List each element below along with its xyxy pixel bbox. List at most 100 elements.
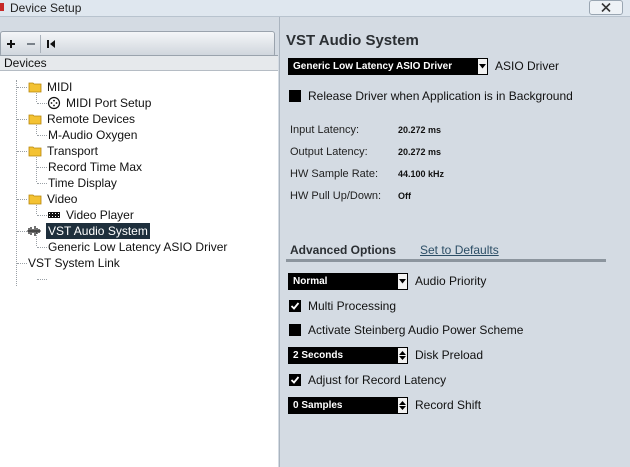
record-shift-value: 0 Samples [293,400,343,411]
pull-up-down-value: Off [398,191,411,201]
disk-preload-stepper[interactable]: 2 Seconds [288,347,408,364]
section-divider [286,259,606,262]
multi-processing-checkbox[interactable] [289,300,301,312]
reset-icon [47,40,55,48]
tree-item-remote-devices[interactable]: Remote Devices [28,111,135,127]
left-pane: Devices MIDI MIDI Port Setup Remote Devi… [0,17,278,467]
tree-item-transport[interactable]: Transport [28,143,98,159]
tree-item-time-display[interactable]: Time Display [48,175,117,191]
audio-priority-select[interactable]: Normal [288,273,408,290]
checkmark-icon [290,302,300,310]
tree-item-label: Remote Devices [47,112,136,126]
tree-line [37,183,47,184]
record-shift-stepper[interactable]: 0 Samples [288,397,408,414]
add-device-button[interactable] [3,36,19,52]
folder-icon [28,80,42,94]
power-scheme-label: Activate Steinberg Audio Power Scheme [308,323,524,337]
chevron-down-icon [397,273,408,290]
release-driver-label: Release Driver when Application is in Ba… [308,89,573,103]
folder-icon [28,112,42,126]
tree-line [17,263,27,264]
tree-item-label: Video Player [66,208,134,222]
tree-item-label: MIDI Port Setup [66,96,152,110]
tree-line [37,167,47,168]
tree-item-label: Generic Low Latency ASIO Driver [48,240,228,254]
chevron-down-icon [477,58,488,75]
tree-item-label: Time Display [48,176,117,190]
tree-item-video[interactable]: Video [28,191,77,207]
video-icon [47,208,61,222]
record-latency-label: Adjust for Record Latency [308,373,447,387]
sample-rate-label: HW Sample Rate: [290,168,379,180]
tree-item-m-audio-oxygen[interactable]: M-Audio Oxygen [48,127,137,143]
app-icon [0,3,4,11]
disk-preload-value: 2 Seconds [293,350,344,361]
tree-line [17,199,27,200]
remove-device-button[interactable] [23,36,39,52]
toolbar-divider [40,35,41,53]
tree-line [17,151,27,152]
tree-item-vst-system-link[interactable]: VST System Link [28,255,120,271]
tree-line [37,135,47,136]
record-shift-label: Record Shift [415,398,482,412]
title-bar: Device Setup [0,0,630,17]
tree-line [37,247,47,248]
tree-line [17,119,27,120]
output-latency-label: Output Latency: [290,146,368,158]
spin-arrows-icon [397,397,408,414]
tree-item-label: M-Audio Oxygen [48,128,138,142]
multi-processing-label: Multi Processing [308,299,397,313]
tree-item-label: Transport [47,144,98,158]
record-latency-checkbox[interactable] [289,374,301,386]
asio-driver-label: ASIO Driver [495,59,560,73]
tree-item-label: Video [47,192,78,206]
tree-item-label: MIDI [47,80,73,94]
device-tree: Devices MIDI MIDI Port Setup Remote Devi… [0,55,278,467]
output-latency-value: 20.272 ms [398,147,442,157]
tree-line [17,87,27,88]
tree-line [37,279,47,280]
audio-priority-value: Normal [293,276,328,287]
tree-item-midi-port-setup[interactable]: MIDI Port Setup [47,95,151,111]
release-driver-checkbox[interactable] [289,90,301,102]
audio-system-icon [27,224,41,238]
asio-driver-select[interactable]: Generic Low Latency ASIO Driver [288,58,488,75]
audio-priority-label: Audio Priority [415,274,487,288]
settings-panel: VST Audio System Generic Low Latency ASI… [279,17,630,467]
input-latency-label: Input Latency: [290,124,360,136]
tree-line [37,103,47,104]
tree-line [17,231,27,232]
tree-line [37,215,47,216]
input-latency-value: 20.272 ms [398,125,442,135]
panel-title: VST Audio System [286,32,419,49]
tree-item-video-player[interactable]: Video Player [47,207,134,223]
tree-item-vst-audio-system[interactable]: VST Audio System [27,223,150,239]
tree-line [16,80,17,286]
tree-item-label: VST System Link [28,256,120,270]
devices-header: Devices [0,56,278,71]
tree-item-label: VST Audio System [46,223,150,239]
advanced-options-heading: Advanced Options [290,243,397,257]
close-button[interactable] [589,0,623,15]
folder-icon [28,144,42,158]
tree-item-record-time-max[interactable]: Record Time Max [48,159,142,175]
window-title: Device Setup [10,1,82,15]
disk-preload-label: Disk Preload [415,348,484,362]
set-to-defaults-link[interactable]: Set to Defaults [420,243,499,257]
reset-device-button[interactable] [43,36,59,52]
checkmark-icon [290,376,300,384]
spin-arrows-icon [397,347,408,364]
sample-rate-value: 44.100 kHz [398,169,445,179]
tree-item-label: Record Time Max [48,160,143,174]
plus-icon [7,40,15,48]
asio-driver-value: Generic Low Latency ASIO Driver [293,61,453,72]
midi-port-icon [47,96,61,110]
pull-up-down-label: HW Pull Up/Down: [290,190,382,202]
tree-item-midi[interactable]: MIDI [28,79,72,95]
minus-icon [27,43,35,45]
tree-item-generic-asio-driver[interactable]: Generic Low Latency ASIO Driver [48,239,227,255]
power-scheme-checkbox[interactable] [289,324,301,336]
device-toolbar [0,31,275,57]
close-icon [601,3,611,12]
folder-icon [28,192,42,206]
